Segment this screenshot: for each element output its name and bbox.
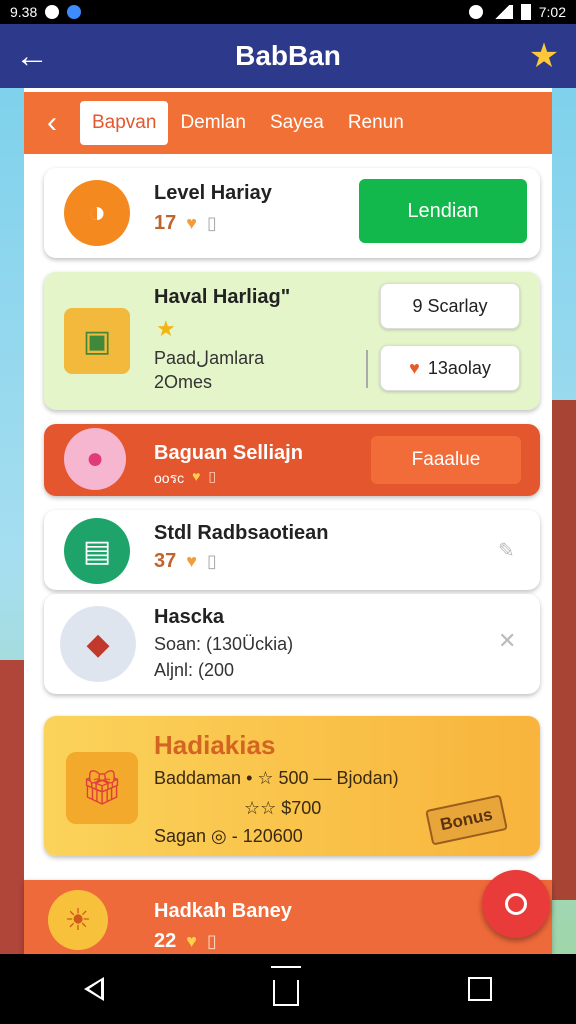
status-bar: 9.38 7:02	[0, 0, 576, 24]
stdl-count-value: 37	[154, 550, 177, 572]
scarlay-label: 9 Scarlay	[412, 295, 488, 316]
treasure-box-icon: ▣	[64, 308, 130, 374]
trophy-icon: ▯	[206, 213, 217, 233]
hascka-line2: Aljnl: (200	[154, 660, 235, 680]
promo-line3: Sagan ◎ - 120600	[154, 826, 303, 846]
bottom-title: Hadkah Baney	[154, 900, 292, 922]
close-icon[interactable]: ✕	[498, 628, 516, 654]
nav-recents-icon[interactable]	[467, 977, 492, 1001]
bag-icon: ◆	[60, 606, 136, 682]
bottom-count: 22 ♥ ▯	[154, 930, 217, 953]
heart-icon: ♥	[186, 213, 197, 233]
aolay-button[interactable]: ♥ 13aolay	[380, 345, 520, 391]
orange-ball-icon: ◑	[64, 180, 130, 246]
promo-title: Hadiakias	[154, 730, 276, 760]
haval-card: ▣ Haval Harliag" ★ Paadلamlara 2Omes 9 S…	[44, 272, 540, 410]
promo-line2: ☆☆ $700	[244, 798, 322, 818]
back-arrow-icon[interactable]: ←	[0, 24, 64, 88]
nav-back-icon[interactable]	[84, 977, 105, 1001]
heart-icon: ♥	[186, 551, 197, 571]
gift-chest-icon: 🎁︎	[66, 752, 138, 824]
heart-icon: ♥	[186, 931, 197, 951]
tab-sayea[interactable]: Sayea	[258, 101, 336, 145]
nav-home-icon[interactable]	[270, 966, 301, 1006]
tab-bar: ‹ Bapvan Demlan Sayea Renun	[24, 92, 552, 154]
baguan-sub-text: ooรc	[154, 470, 185, 486]
level-count-value: 17	[154, 212, 177, 234]
stdl-count: 37 ♥ ▯	[154, 550, 217, 573]
bottom-count-value: 22	[154, 930, 177, 952]
promo-card: 🎁︎ Hadiakias Baddaman • ☆ 500 — Bjodan) …	[44, 716, 540, 856]
signal-icon	[490, 5, 513, 19]
scarlay-button[interactable]: 9 Scarlay	[380, 283, 520, 329]
bonus-badge: Bonus	[425, 794, 508, 846]
bottom-card: ☀ Hadkah Baney 22 ♥ ▯	[24, 880, 552, 954]
star-icon: ★	[156, 316, 176, 341]
star-badge-icon[interactable]: ★	[512, 24, 576, 88]
app-bar: ← BabBan ★	[0, 24, 576, 88]
level-count: 17 ♥ ▯	[154, 212, 217, 235]
stdl-card: ▤ Stdl Radbsaotiean 37 ♥ ▯ ✎	[44, 510, 540, 590]
promo-line1: Baddaman • ☆ 500 — Bjodan)	[154, 768, 399, 788]
level-card: ◑ Level Hariay 17 ♥ ▯ Lendian	[44, 168, 540, 258]
aolay-label: 13aolay	[427, 357, 491, 378]
gift-box-icon: ▤	[64, 518, 130, 584]
baguan-card: ● Baguan Selliajn ooรc ♥ ▯ Faaalue	[44, 424, 540, 496]
trophy-icon: ▯	[206, 551, 217, 571]
baguan-sub: ooรc ♥ ▯	[154, 468, 216, 490]
haval-sub1: Paadلamlara	[154, 348, 265, 368]
lendian-button[interactable]: Lendian	[359, 179, 527, 243]
divider	[366, 350, 368, 388]
building-right	[548, 400, 576, 900]
status-time-left: 9.38	[10, 4, 38, 20]
piggy-icon: ●	[64, 428, 126, 490]
hascka-card: ◆ Hascka Soan: (130Ückia) Aljnl: (200 ✕	[44, 594, 540, 694]
navigation-bar	[0, 954, 576, 1024]
app-notification-icon	[67, 5, 82, 19]
page-title: BabBan	[235, 40, 341, 71]
haval-title: Haval Harliag"	[154, 286, 291, 308]
tab-bapvan[interactable]: Bapvan	[80, 101, 169, 145]
chevron-left-icon[interactable]: ‹	[24, 106, 80, 140]
hascka-title: Hascka	[154, 606, 225, 628]
trophy-icon: ▯	[206, 931, 217, 951]
pencil-icon[interactable]: ✎	[498, 538, 515, 563]
hascka-line1: Soan: (130Ückia)	[154, 634, 294, 654]
baguan-title: Baguan Selliajn	[154, 442, 303, 464]
haval-sub2: 2Omes	[154, 372, 213, 392]
status-time-right: 7:02	[538, 4, 566, 20]
alarm-icon	[468, 5, 483, 19]
faaalue-button[interactable]: Faaalue	[371, 436, 521, 484]
fab-button[interactable]	[482, 870, 550, 938]
fab-icon	[505, 893, 527, 915]
heart-icon: ♥	[192, 468, 201, 484]
heart-icon: ♥	[409, 357, 420, 378]
stdl-title: Stdl Radbsaotiean	[154, 522, 329, 544]
tab-demlan[interactable]: Demlan	[168, 101, 257, 145]
notification-icon	[45, 5, 60, 19]
sun-mascot-icon: ☀	[48, 890, 108, 950]
tab-renun[interactable]: Renun	[336, 101, 416, 145]
level-title: Level Hariay	[154, 182, 272, 204]
battery-icon	[520, 4, 531, 20]
trophy-icon: ▯	[208, 468, 217, 484]
